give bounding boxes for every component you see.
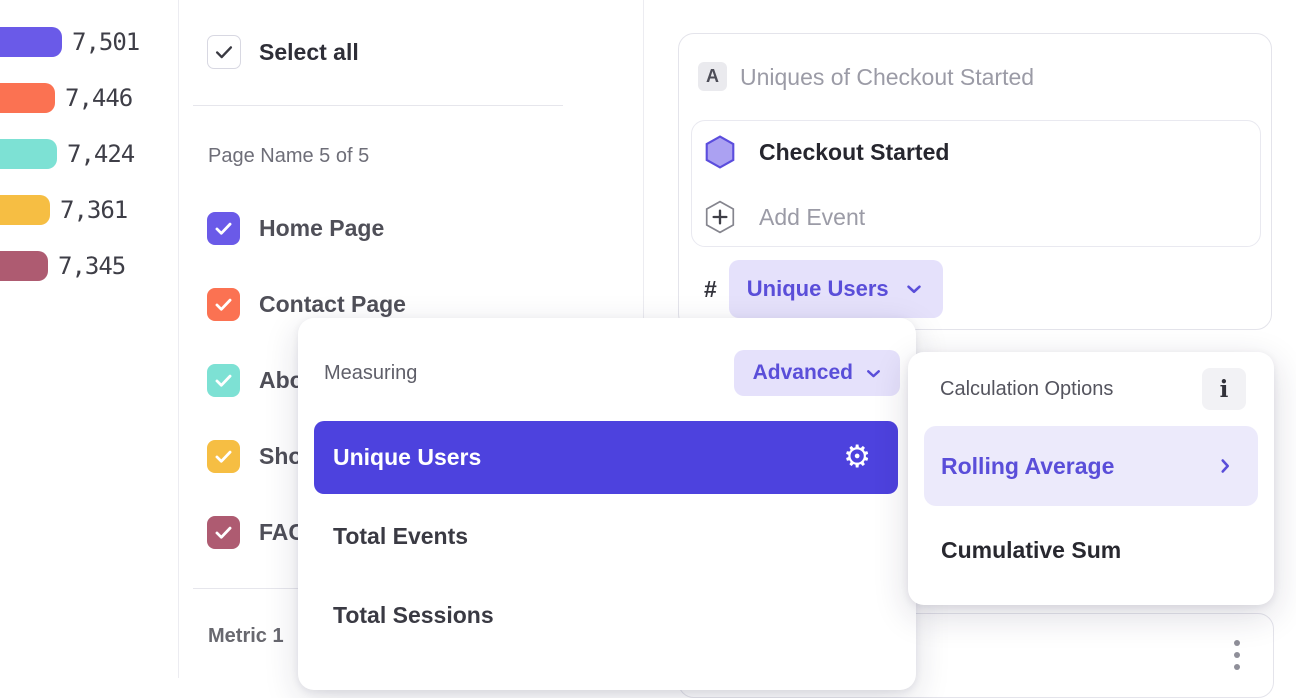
calc-option-label: Cumulative Sum: [941, 537, 1121, 564]
menu-option-label: Unique Users: [333, 444, 481, 471]
legend-item: 7,424: [0, 139, 134, 169]
event-hexagon-icon: [705, 135, 735, 169]
event-name: Checkout Started: [759, 139, 949, 166]
select-all-row[interactable]: Select all: [207, 35, 359, 69]
event-row[interactable]: Checkout Started: [705, 135, 949, 169]
add-event-label: Add Event: [759, 204, 865, 231]
chevron-down-icon: [863, 363, 884, 384]
chevron-down-icon: [903, 278, 925, 300]
legend-value: 7,424: [67, 140, 134, 168]
filter-item-faq-page[interactable]: FAC: [207, 516, 305, 549]
check-icon: [213, 446, 234, 467]
advanced-mode-dropdown[interactable]: Advanced: [734, 350, 900, 396]
filter-item-label: Abo: [259, 367, 304, 394]
kebab-menu-icon[interactable]: [1234, 640, 1240, 670]
info-icon[interactable]: i: [1202, 368, 1246, 410]
measuring-menu: Measuring Advanced Unique Users ⚙ Total …: [298, 318, 916, 690]
measuring-title: Measuring: [324, 362, 417, 385]
gear-icon[interactable]: ⚙: [843, 442, 871, 473]
filter-divider: [193, 105, 563, 106]
check-icon: [213, 41, 235, 63]
checkbox-checked[interactable]: [207, 288, 240, 321]
legend-item: 7,446: [0, 83, 132, 113]
query-builder-card: A Uniques of Checkout Started Checkout S…: [678, 33, 1272, 330]
legend-value: 7,361: [60, 196, 127, 224]
legend-item: 7,345: [0, 251, 125, 281]
filter-item-label: Contact Page: [259, 291, 406, 318]
measure-dropdown[interactable]: Unique Users: [729, 260, 943, 318]
measure-row: # Unique Users: [704, 260, 943, 318]
calculation-options-header: Calculation Options i: [940, 366, 1246, 412]
panel-divider-left: [178, 0, 179, 678]
checkbox-checked[interactable]: [207, 364, 240, 397]
legend-value: 7,501: [72, 28, 139, 56]
calc-option-rolling-average[interactable]: Rolling Average: [924, 426, 1258, 506]
calc-option-label: Rolling Average: [941, 453, 1114, 480]
legend-item: 7,501: [0, 27, 139, 57]
measuring-menu-header: Measuring Advanced: [324, 350, 900, 396]
menu-option-total-sessions[interactable]: Total Sessions: [314, 579, 898, 652]
menu-option-unique-users[interactable]: Unique Users ⚙: [314, 421, 898, 494]
filter-item-label: Sho: [259, 443, 302, 470]
check-icon: [213, 218, 234, 239]
check-icon: [213, 370, 234, 391]
filter-item-label: Home Page: [259, 215, 384, 242]
chevron-right-icon: [1214, 455, 1236, 477]
analytics-screen: 7,501 7,446 7,424 7,361 7,345 Select all…: [0, 0, 1296, 678]
legend-value: 7,446: [65, 84, 132, 112]
measure-dropdown-value: Unique Users: [747, 276, 889, 302]
calc-option-cumulative-sum[interactable]: Cumulative Sum: [924, 510, 1258, 590]
metric-label: Metric 1: [208, 625, 284, 648]
filter-item-shop-page[interactable]: Sho: [207, 440, 302, 473]
checkbox-checked[interactable]: [207, 440, 240, 473]
filter-group-label: Page Name 5 of 5: [208, 145, 369, 168]
select-all-label: Select all: [259, 39, 359, 66]
checkbox-checked[interactable]: [207, 212, 240, 245]
add-event-row[interactable]: Add Event: [705, 200, 865, 234]
check-icon: [213, 294, 234, 315]
series-badge: A: [698, 62, 727, 91]
legend-value: 7,345: [58, 252, 125, 280]
event-card: Checkout Started Add Event: [691, 120, 1261, 247]
calculation-options-menu: Calculation Options i Rolling Average Cu…: [908, 352, 1274, 605]
legend-bar-swatch: [0, 195, 50, 225]
check-icon: [213, 522, 234, 543]
menu-option-total-events[interactable]: Total Events: [314, 500, 898, 573]
checkbox-checked[interactable]: [207, 516, 240, 549]
count-symbol: #: [704, 276, 717, 303]
legend-bar-swatch: [0, 27, 62, 57]
advanced-mode-label: Advanced: [753, 361, 853, 385]
calculation-options-title: Calculation Options: [940, 378, 1113, 401]
legend-bar-swatch: [0, 139, 57, 169]
menu-option-label: Total Sessions: [314, 602, 494, 629]
filter-item-contact-page[interactable]: Contact Page: [207, 288, 406, 321]
filter-item-about-page[interactable]: Abo: [207, 364, 304, 397]
legend-bar-swatch: [0, 83, 55, 113]
legend-item: 7,361: [0, 195, 127, 225]
menu-option-label: Total Events: [314, 523, 468, 550]
series-title-input[interactable]: Uniques of Checkout Started: [740, 64, 1034, 91]
add-event-hexagon-icon: [705, 200, 735, 234]
select-all-checkbox[interactable]: [207, 35, 241, 69]
filter-item-home-page[interactable]: Home Page: [207, 212, 384, 245]
legend-bar-swatch: [0, 251, 48, 281]
